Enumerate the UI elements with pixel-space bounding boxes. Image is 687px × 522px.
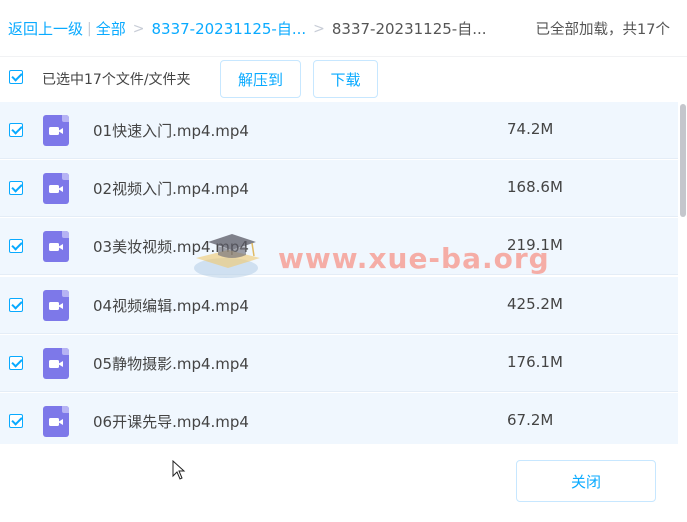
file-row[interactable]: 06开课先导.mp4.mp4 67.2M: [0, 393, 678, 444]
scrollbar-thumb[interactable]: [680, 104, 686, 217]
watermark: www.xue-ba.org: [188, 228, 549, 292]
graduation-cap-icon: [194, 234, 260, 278]
close-button[interactable]: 关闭: [516, 460, 656, 502]
breadcrumb-all[interactable]: 全部: [96, 18, 126, 39]
file-row[interactable]: 01快速入门.mp4.mp4 74.2M: [0, 102, 678, 159]
chevron-right-icon: >: [313, 20, 325, 37]
video-file-icon: [43, 115, 69, 146]
load-status: 已全部加载，共17个: [535, 22, 670, 38]
row-checkbox[interactable]: [9, 181, 23, 195]
breadcrumb: 返回上一级 | 全部 > 8337-20231125-自... > 8337-2…: [0, 0, 687, 57]
video-file-icon: [43, 290, 69, 321]
breadcrumb-folder-link[interactable]: 8337-20231125-自...: [151, 18, 306, 39]
file-row[interactable]: 02视频入门.mp4.mp4 168.6M: [0, 160, 678, 217]
back-link[interactable]: 返回上一级: [8, 18, 83, 39]
video-file-icon: [43, 406, 69, 437]
row-checkbox[interactable]: [9, 298, 23, 312]
row-checkbox[interactable]: [9, 414, 23, 428]
dialog-footer: 关闭: [0, 444, 687, 522]
mouse-cursor-icon: [172, 460, 186, 480]
watermark-text: www.xue-ba.org: [278, 242, 550, 275]
select-all-checkbox[interactable]: [9, 70, 23, 84]
row-checkbox[interactable]: [9, 356, 23, 370]
download-button[interactable]: 下载: [313, 60, 378, 98]
extract-to-button[interactable]: 解压到: [220, 60, 301, 98]
row-checkbox[interactable]: [9, 239, 23, 253]
file-row[interactable]: 05静物摄影.mp4.mp4 176.1M: [0, 335, 678, 392]
file-name[interactable]: 01快速入门.mp4.mp4: [93, 120, 249, 141]
breadcrumb-current-folder: 8337-20231125-自...: [331, 20, 487, 38]
file-size: 168.6M: [507, 178, 563, 196]
file-size: 74.2M: [507, 120, 554, 138]
breadcrumb-separator: |: [87, 20, 92, 37]
file-size: 425.2M: [507, 295, 563, 313]
file-name[interactable]: 05静物摄影.mp4.mp4: [93, 353, 249, 374]
chevron-right-icon: >: [132, 20, 145, 37]
video-file-icon: [43, 348, 69, 379]
file-size: 67.2M: [507, 411, 554, 429]
file-name[interactable]: 04视频编辑.mp4.mp4: [93, 295, 249, 316]
video-file-icon: [43, 173, 69, 204]
video-file-icon: [43, 231, 69, 262]
selected-count-text: 已选中17个文件/文件夹: [42, 72, 191, 88]
file-name[interactable]: 02视频入门.mp4.mp4: [93, 178, 249, 199]
row-checkbox[interactable]: [9, 123, 23, 137]
selection-toolbar: 已选中17个文件/文件夹 解压到 下载: [0, 58, 687, 102]
file-size: 176.1M: [507, 353, 563, 371]
file-name[interactable]: 06开课先导.mp4.mp4: [93, 411, 249, 432]
